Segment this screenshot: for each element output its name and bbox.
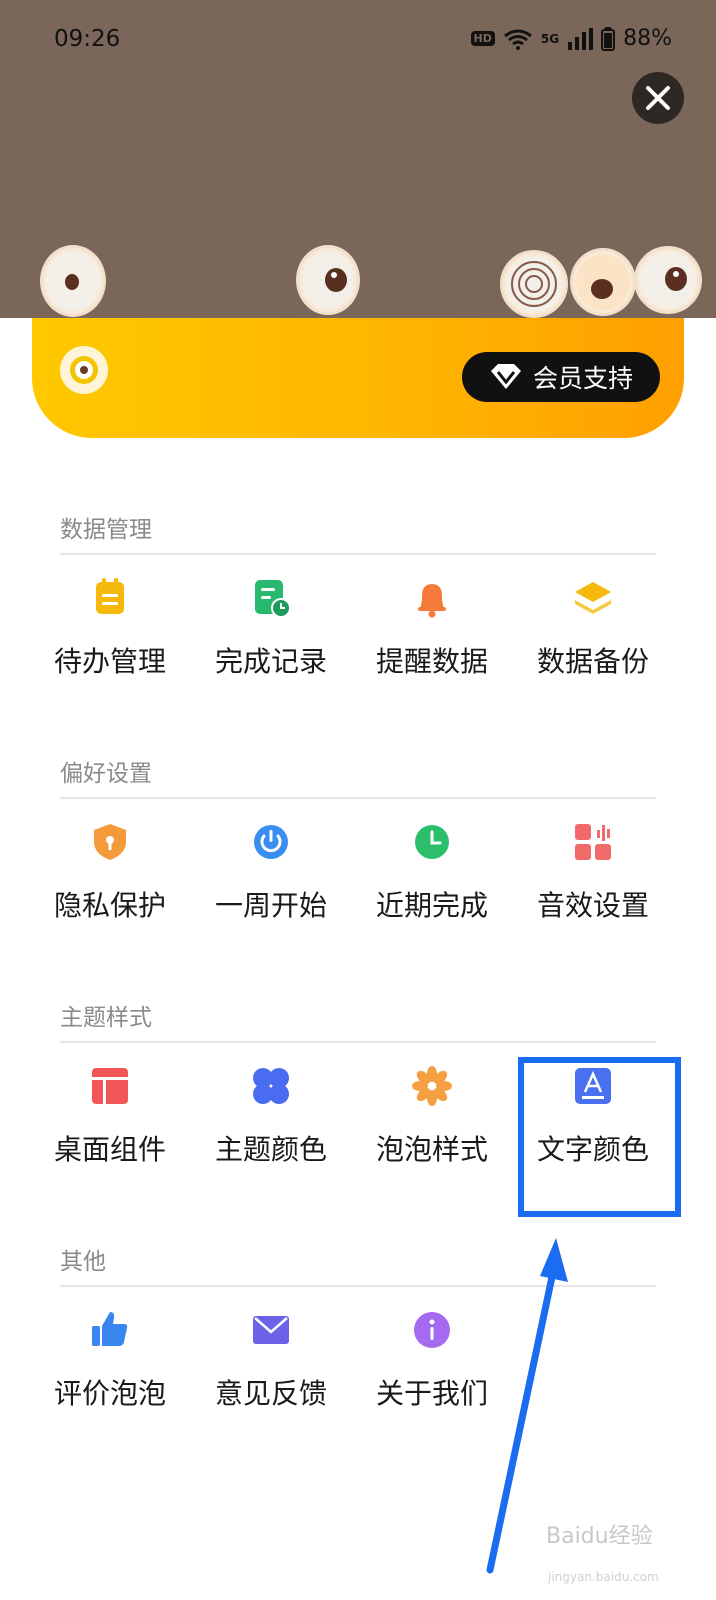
member-support-label: 会员支持 (532, 364, 633, 393)
bell-icon (418, 584, 446, 618)
network-label: 5G (540, 31, 560, 46)
status-time: 09:26 (54, 26, 121, 52)
battery-icon (601, 26, 616, 51)
flower-icon (412, 1066, 452, 1106)
menu-item-todo-management[interactable]: 待办管理 (28, 576, 192, 680)
menu-item-theme-color[interactable]: 主题颜色 (189, 1064, 353, 1168)
menu-item-about-us[interactable]: 关于我们 (350, 1308, 514, 1412)
sound-grid-icon (575, 824, 611, 860)
diamond-icon (490, 364, 521, 389)
signal-icon (568, 27, 594, 50)
menu-item-sound-settings[interactable]: 音效设置 (511, 820, 675, 924)
cartoon-eye-spiral (500, 250, 568, 318)
menu-item-week-start[interactable]: 一周开始 (189, 820, 353, 924)
cartoon-eye (634, 246, 702, 314)
section-title-preferences: 偏好设置 (60, 761, 152, 787)
header-background: 09:26 HD 5G 88% (0, 0, 716, 318)
divider (60, 797, 656, 799)
mail-icon (253, 1316, 289, 1344)
menu-item-rate-app[interactable]: 评价泡泡 (28, 1308, 192, 1412)
member-banner: 会员支持 (32, 318, 684, 438)
section-title-data-management: 数据管理 (60, 517, 152, 543)
watermark-url: jingyan.baidu.com (548, 1570, 659, 1584)
watermark: Baidu经验 (546, 1524, 653, 1549)
cartoon-eye (40, 245, 106, 317)
cartoon-eye (296, 245, 360, 315)
member-support-button[interactable]: 会员支持 (462, 352, 660, 402)
menu-item-label: 桌面组件 (53, 1133, 166, 1166)
menu-item-desktop-widget[interactable]: 桌面组件 (28, 1064, 192, 1168)
battery-percent: 88% (623, 26, 672, 51)
menu-item-label: 数据备份 (536, 645, 649, 678)
menu-item-label: 近期完成 (375, 889, 488, 922)
thumbs-up-icon (92, 1312, 128, 1346)
widget-icon (92, 1068, 128, 1104)
clover-icon (253, 1068, 289, 1104)
menu-item-label: 泡泡样式 (375, 1133, 488, 1166)
avatar[interactable] (60, 346, 108, 394)
menu-item-label: 关于我们 (375, 1377, 488, 1410)
info-icon (414, 1312, 450, 1348)
menu-item-recent-completion[interactable]: 近期完成 (350, 820, 514, 924)
menu-item-privacy-protection[interactable]: 隐私保护 (28, 820, 192, 924)
shield-icon (94, 824, 126, 860)
menu-item-label: 主题颜色 (214, 1133, 327, 1166)
menu-item-label: 提醒数据 (375, 645, 488, 678)
divider (60, 1285, 656, 1287)
divider (60, 553, 656, 555)
menu-item-bubble-style[interactable]: 泡泡样式 (350, 1064, 514, 1168)
highlight-box (518, 1057, 681, 1217)
close-icon (646, 86, 670, 110)
menu-item-completion-record[interactable]: 完成记录 (189, 576, 353, 680)
wifi-icon (503, 29, 532, 50)
menu-item-label: 音效设置 (536, 889, 649, 922)
divider (60, 1041, 656, 1043)
menu-item-label: 一周开始 (214, 889, 327, 922)
menu-item-label: 评价泡泡 (53, 1377, 166, 1410)
menu-item-label: 完成记录 (214, 645, 327, 678)
section-title-other: 其他 (60, 1249, 106, 1275)
section-title-theme-style: 主题样式 (60, 1005, 152, 1031)
menu-item-label: 待办管理 (53, 645, 166, 678)
menu-item-label: 意见反馈 (214, 1377, 327, 1410)
menu-item-data-backup[interactable]: 数据备份 (511, 576, 675, 680)
layers-icon (575, 582, 611, 614)
close-button[interactable] (632, 72, 684, 124)
hd-icon: HD (470, 31, 495, 46)
completion-record-icon (255, 580, 291, 618)
todo-icon (96, 578, 124, 614)
clock-icon (415, 825, 449, 859)
cartoon-eye (570, 248, 636, 316)
power-icon (254, 825, 288, 859)
menu-item-reminder-data[interactable]: 提醒数据 (350, 576, 514, 680)
menu-item-label: 隐私保护 (53, 889, 166, 922)
menu-item-feedback[interactable]: 意见反馈 (189, 1308, 353, 1412)
status-icons: HD 5G 88% (470, 26, 672, 51)
